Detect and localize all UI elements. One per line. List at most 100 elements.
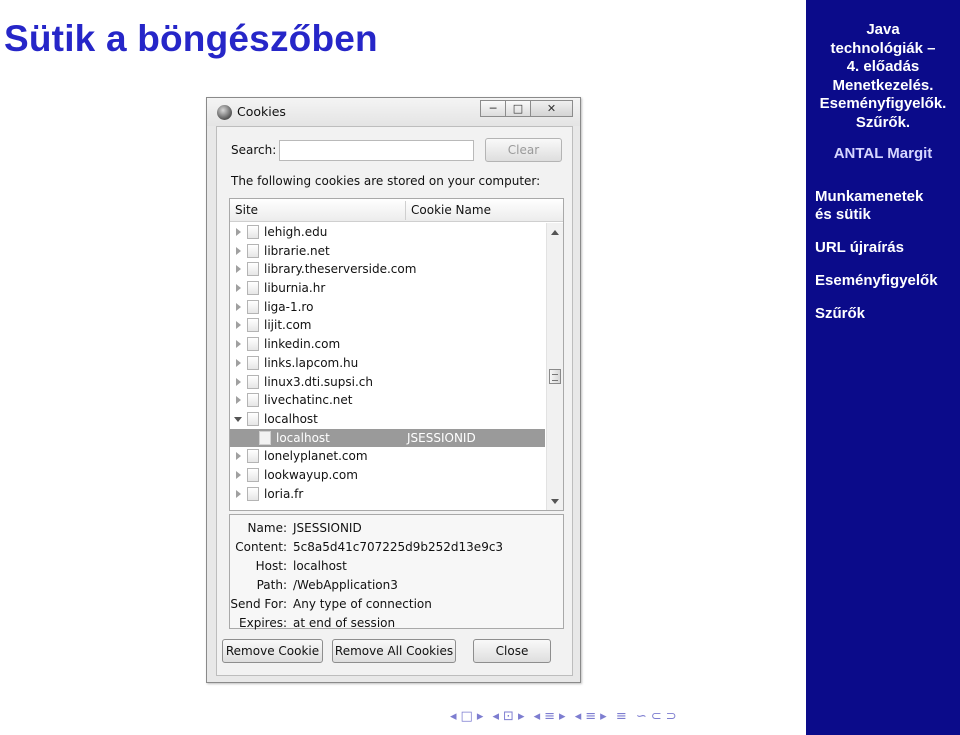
table-row[interactable]: lookwayup.com	[230, 466, 545, 485]
course-title: Java technológiák – 4. előadás Menetkeze…	[819, 21, 947, 131]
nav-item-szurok[interactable]: Szűrők	[815, 305, 960, 323]
table-row[interactable]: lehigh.edu	[230, 223, 545, 242]
nav-search-icon[interactable]: ⊂	[651, 709, 663, 724]
table-row[interactable]: lonelyplanet.com	[230, 447, 545, 466]
search-input[interactable]	[279, 140, 474, 161]
folder-icon	[247, 299, 259, 314]
scroll-down-arrow-icon[interactable]	[551, 499, 559, 504]
folder-icon	[247, 318, 259, 333]
table-row[interactable]: liburnia.hr	[230, 279, 545, 298]
cookies-panel: Search: Clear The following cookies are …	[216, 126, 573, 676]
close-window-button[interactable]: ✕	[530, 100, 573, 117]
folder-icon	[247, 374, 259, 389]
folder-icon	[247, 411, 259, 426]
nav-back-icon[interactable]: ∽	[636, 709, 648, 724]
folder-icon	[247, 281, 259, 296]
expand-arrow-icon[interactable]	[236, 228, 241, 236]
nav-menu-icon[interactable]: ≡	[616, 709, 628, 724]
nav-item-esemenyfigyelok[interactable]: Eseményfigyelők	[815, 272, 960, 290]
expand-arrow-icon[interactable]	[236, 396, 241, 405]
table-row[interactable]: linkedin.com	[230, 335, 545, 354]
expand-arrow-icon[interactable]	[236, 265, 241, 274]
nav-prev-icon[interactable]: ◂	[575, 709, 583, 724]
detail-row-expires: Expires: at end of session	[239, 616, 396, 630]
expand-arrow-icon[interactable]	[236, 470, 241, 479]
scroll-thumb[interactable]	[549, 369, 561, 384]
folder-icon	[247, 337, 259, 352]
expand-arrow-icon[interactable]	[236, 284, 241, 293]
remove-cookie-button[interactable]: Remove Cookie	[222, 639, 323, 663]
nav-item-munkamenetek[interactable]: Munkamenetek és sütik	[815, 188, 960, 224]
expand-arrow-icon[interactable]	[236, 246, 241, 255]
expand-arrow-icon[interactable]	[236, 321, 241, 330]
table-row[interactable]: lijit.com	[230, 316, 545, 335]
table-row[interactable]: localhost	[230, 410, 545, 429]
detail-row-content: Content: 5c8a5d41c707225d9b252d13e9c3	[235, 540, 504, 554]
cookie-file-icon	[259, 430, 271, 445]
folder-icon	[247, 449, 259, 464]
vertical-scrollbar[interactable]	[546, 223, 563, 510]
slide-title: Sütik a böngészőben	[4, 18, 378, 59]
expand-arrow-icon[interactable]	[236, 358, 241, 367]
detail-row-path: Path:/WebApplication3	[256, 578, 398, 592]
tree-rows: lehigh.edu librarie.net library.theserve…	[230, 223, 545, 503]
window-titlebar[interactable]: Cookies ─ □ ✕	[207, 98, 580, 126]
nav-prev-icon[interactable]: ◂	[450, 709, 458, 724]
folder-icon	[247, 467, 259, 482]
column-separator[interactable]	[405, 201, 406, 220]
detail-row-send-for: Send For: Any type of connection	[230, 597, 432, 611]
table-row[interactable]: librarie.net	[230, 242, 545, 261]
nav-frame-icon[interactable]: □	[461, 709, 474, 724]
scroll-up-arrow-icon[interactable]	[551, 230, 559, 235]
detail-row-host: Host: localhost	[255, 559, 347, 573]
table-row[interactable]: livechatinc.net	[230, 391, 545, 410]
column-header-site[interactable]: Site	[235, 203, 258, 217]
firefox-globe-icon	[217, 105, 232, 120]
expand-arrow-icon[interactable]	[236, 489, 241, 498]
nav-search-forward-icon[interactable]: ⊃	[666, 709, 678, 724]
tree-header: Site Cookie Name	[230, 199, 563, 222]
folder-icon	[247, 225, 259, 239]
window-title: Cookies	[237, 104, 286, 119]
nav-next-icon[interactable]: ▸	[559, 709, 567, 724]
folder-icon	[247, 262, 259, 277]
table-row[interactable]: library.theserverside.com	[230, 260, 545, 279]
nav-next-icon[interactable]: ▸	[477, 709, 485, 724]
table-row[interactable]: loria.fr	[230, 485, 545, 504]
nav-next-icon[interactable]: ▸	[600, 709, 608, 724]
expand-arrow-icon[interactable]	[236, 452, 241, 461]
nav-subsection-icon[interactable]: ⊡	[503, 709, 515, 724]
nav-section-icon[interactable]: ≡	[544, 709, 556, 724]
nav-prev-icon[interactable]: ◂	[534, 709, 542, 724]
minimize-button[interactable]: ─	[480, 100, 506, 117]
remove-all-cookies-button[interactable]: Remove All Cookies	[332, 639, 456, 663]
table-row[interactable]: linux3.dti.supsi.ch	[230, 373, 545, 392]
expand-arrow-icon[interactable]	[236, 377, 241, 386]
section-nav: Munkamenetek és sütik URL újraírás Esemé…	[806, 188, 960, 323]
nav-document-icon[interactable]: ≡	[585, 709, 597, 724]
folder-icon	[247, 486, 259, 501]
table-row-selected[interactable]: localhost JSESSIONID	[230, 428, 545, 448]
collapse-arrow-icon[interactable]	[234, 416, 242, 422]
table-row[interactable]: liga-1.ro	[230, 298, 545, 317]
maximize-button[interactable]: □	[505, 100, 531, 117]
folder-icon	[247, 393, 259, 408]
detail-row-name: Name: JSESSIONID	[247, 521, 362, 535]
slide-sidebar: Java technológiák – 4. előadás Menetkeze…	[806, 0, 960, 735]
cookies-window: Cookies ─ □ ✕ Search: Clear The followin…	[206, 97, 581, 683]
expand-arrow-icon[interactable]	[236, 340, 241, 349]
window-controls: ─ □ ✕	[480, 100, 573, 117]
table-row[interactable]: links.lapcom.hu	[230, 354, 545, 373]
nav-next-icon[interactable]: ▸	[518, 709, 526, 724]
nav-item-url-ujrairas[interactable]: URL újraírás	[815, 239, 960, 257]
cookie-details: Name: JSESSIONID Content: 5c8a5d41c707225d…	[229, 514, 564, 630]
beamer-navigation: ◂ □ ▸ ◂ ⊡ ▸ ◂ ≡ ▸ ◂ ≡ ▸ ≡ ∽ ⊂ ⊃	[450, 709, 681, 724]
nav-prev-icon[interactable]: ◂	[493, 709, 501, 724]
cookie-tree[interactable]: Site Cookie Name lehigh.edu librarie.net…	[229, 198, 564, 511]
column-header-cookie-name[interactable]: Cookie Name	[411, 203, 491, 217]
close-button[interactable]: Close	[473, 639, 551, 663]
expand-arrow-icon[interactable]	[236, 302, 241, 311]
clear-button[interactable]: Clear	[485, 138, 562, 162]
search-label: Search:	[231, 143, 277, 157]
folder-icon	[247, 243, 259, 258]
